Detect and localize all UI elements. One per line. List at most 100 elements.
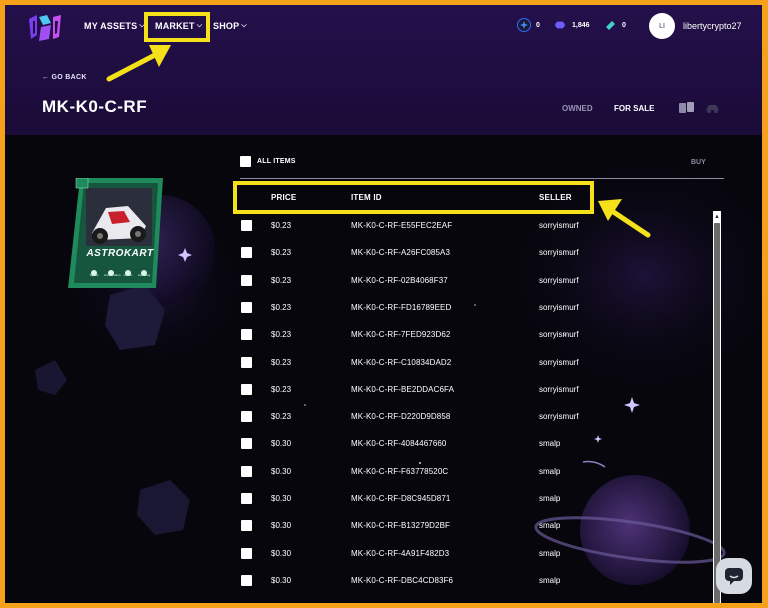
kart-view-icon[interactable] xyxy=(704,101,721,114)
counter-star[interactable]: 0 xyxy=(517,18,540,32)
table-row[interactable]: $0.23 MK-K0-C-RF-7FED923D62 sorryismurf xyxy=(241,321,711,348)
table-row[interactable]: $0.23 MK-K0-C-RF-BE2DDAC6FA sorryismurf xyxy=(241,376,711,403)
row-price: $0.23 xyxy=(271,275,292,285)
row-price: $0.23 xyxy=(271,248,292,258)
avatar[interactable]: LI xyxy=(649,13,675,39)
table-row[interactable]: $0.30 MK-K0-C-RF-B13279D2BF smalp xyxy=(241,512,711,539)
nav-my-assets[interactable]: MY ASSETS ⌵ xyxy=(84,21,145,31)
select-all[interactable]: ALL ITEMS xyxy=(240,156,296,167)
table-row[interactable]: $0.30 MK-K0-C-RF-4084467660 smalp xyxy=(241,430,711,457)
table-row[interactable]: $0.23 MK-K0-C-RF-FD16789EED sorryismurf xyxy=(241,294,711,321)
table-row[interactable]: $0.30 MK-K0-C-RF-4A91F482D3 smalp xyxy=(241,540,711,567)
row-item-id[interactable]: MK-K0-C-RF-4A91F482D3 xyxy=(351,549,449,558)
row-item-id[interactable]: MK-K0-C-RF-FD16789EED xyxy=(351,303,451,312)
row-price: $0.30 xyxy=(271,466,292,476)
nav-shop-label: SHOP xyxy=(213,21,240,31)
row-checkbox[interactable] xyxy=(241,465,252,477)
row-checkbox[interactable] xyxy=(241,411,252,423)
row-checkbox[interactable] xyxy=(241,547,252,559)
chat-button[interactable] xyxy=(716,558,752,594)
user-menu[interactable]: LI libertycrypto27 xyxy=(649,13,742,39)
row-item-id[interactable]: MK-K0-C-RF-B13279D2BF xyxy=(351,521,450,530)
astrokart-card-image[interactable] xyxy=(68,178,168,288)
row-checkbox[interactable] xyxy=(241,301,252,313)
row-item-id[interactable]: MK-K0-C-RF-BE2DDAC6FA xyxy=(351,385,454,394)
listing-scrollbar[interactable]: ▲ xyxy=(713,211,721,603)
row-item-id[interactable]: MK-K0-C-RF-C10834DAD2 xyxy=(351,358,451,367)
table-row[interactable]: $0.23 MK-K0-C-RF-C10834DAD2 sorryismurf xyxy=(241,349,711,376)
header-annotation-box xyxy=(233,181,594,214)
counter-gem[interactable]: 1,846 xyxy=(553,18,590,32)
row-checkbox[interactable] xyxy=(241,493,252,504)
divider xyxy=(240,178,724,179)
app-window: MY ASSETS ⌵ MARKET ⌵ SHOP ⌵ 0 1,846 0 LI… xyxy=(5,5,762,603)
row-item-id[interactable]: MK-K0-C-RF-F63778520C xyxy=(351,467,448,476)
row-checkbox[interactable] xyxy=(241,274,252,286)
row-seller[interactable]: sorryismurf xyxy=(539,358,579,367)
row-price: $0.23 xyxy=(271,330,292,340)
row-checkbox[interactable] xyxy=(241,520,252,532)
table-row[interactable]: $0.30 MK-K0-C-RF-F63778520C smalp xyxy=(241,458,711,485)
top-header: MY ASSETS ⌵ MARKET ⌵ SHOP ⌵ 0 1,846 0 LI… xyxy=(5,5,762,135)
row-seller[interactable]: smalp xyxy=(539,576,560,585)
row-seller[interactable]: sorryismurf xyxy=(539,276,579,285)
username[interactable]: libertycrypto27 xyxy=(683,21,742,31)
card-stat-health: Health xyxy=(123,273,133,277)
row-seller[interactable]: sorryismurf xyxy=(539,303,579,312)
row-item-id[interactable]: MK-K0-C-RF-E55FEC2EAF xyxy=(351,221,452,230)
counter-ticket[interactable]: 0 xyxy=(603,18,626,32)
card-stat-acceleration: Acceleration xyxy=(104,273,121,277)
row-checkbox[interactable] xyxy=(241,247,252,259)
select-all-checkbox[interactable] xyxy=(240,156,251,167)
row-checkbox[interactable] xyxy=(241,356,252,368)
gem-token-icon xyxy=(553,18,567,32)
buy-button[interactable]: BUY xyxy=(691,159,706,166)
row-item-id[interactable]: MK-K0-C-RF-4084467660 xyxy=(351,439,446,448)
row-seller[interactable]: smalp xyxy=(539,521,560,530)
row-seller[interactable]: smalp xyxy=(539,494,560,503)
nav-shop[interactable]: SHOP ⌵ xyxy=(213,21,247,31)
row-checkbox[interactable] xyxy=(241,574,252,586)
row-seller[interactable]: smalp xyxy=(539,549,560,558)
table-row[interactable]: $0.30 MK-K0-C-RF-D8C945D871 smalp xyxy=(241,485,711,512)
row-seller[interactable]: sorryismurf xyxy=(539,248,579,257)
row-price: $0.23 xyxy=(271,384,292,394)
nav-my-assets-label: MY ASSETS xyxy=(84,21,138,31)
app-logo[interactable] xyxy=(27,13,63,43)
row-item-id[interactable]: MK-K0-C-RF-D220D9D858 xyxy=(351,412,450,421)
row-price: $0.30 xyxy=(271,521,292,531)
annotation-arrow-icon xyxy=(106,45,171,82)
table-row[interactable]: $0.23 MK-K0-C-RF-D220D9D858 sorryismurf xyxy=(241,403,711,430)
row-item-id[interactable]: MK-K0-C-RF-A26FC085A3 xyxy=(351,248,450,257)
card-stat-speed: Speed xyxy=(89,273,99,277)
row-seller[interactable]: sorryismurf xyxy=(539,385,579,394)
row-seller[interactable]: sorryismurf xyxy=(539,221,579,230)
row-item-id[interactable]: MK-K0-C-RF-02B4068F37 xyxy=(351,276,448,285)
table-row[interactable]: $0.23 MK-K0-C-RF-02B4068F37 sorryismurf xyxy=(241,267,711,294)
scroll-thumb[interactable] xyxy=(714,223,720,603)
card-view-icon[interactable] xyxy=(678,101,695,114)
counter-star-value: 0 xyxy=(536,21,540,29)
row-seller[interactable]: smalp xyxy=(539,467,560,476)
row-item-id[interactable]: MK-K0-C-RF-D8C945D871 xyxy=(351,494,450,503)
go-back-link[interactable]: ← GO BACK xyxy=(42,74,87,81)
row-price: $0.30 xyxy=(271,439,292,449)
row-seller[interactable]: sorryismurf xyxy=(539,330,579,339)
row-item-id[interactable]: MK-K0-C-RF-7FED923D62 xyxy=(351,330,450,339)
row-checkbox[interactable] xyxy=(241,220,252,231)
row-checkbox[interactable] xyxy=(241,383,252,395)
row-checkbox[interactable] xyxy=(241,329,252,341)
tab-for-sale[interactable]: FOR SALE xyxy=(614,104,654,113)
row-item-id[interactable]: MK-K0-C-RF-DBC4CD83F6 xyxy=(351,576,453,585)
table-row[interactable]: $0.30 MK-K0-C-RF-DBC4CD83F6 smalp xyxy=(241,567,711,594)
select-all-label: ALL ITEMS xyxy=(257,158,296,165)
table-row[interactable]: $0.23 MK-K0-C-RF-E55FEC2EAF sorryismurf xyxy=(241,212,711,239)
row-checkbox[interactable] xyxy=(241,438,252,450)
tab-owned[interactable]: OWNED xyxy=(562,104,593,113)
table-row[interactable]: $0.23 MK-K0-C-RF-A26FC085A3 sorryismurf xyxy=(241,239,711,266)
row-seller[interactable]: smalp xyxy=(539,439,560,448)
scroll-up-icon[interactable]: ▲ xyxy=(713,213,721,221)
chevron-down-icon: ⌵ xyxy=(241,22,247,29)
row-seller[interactable]: sorryismurf xyxy=(539,412,579,421)
counter-ticket-value: 0 xyxy=(622,21,626,29)
